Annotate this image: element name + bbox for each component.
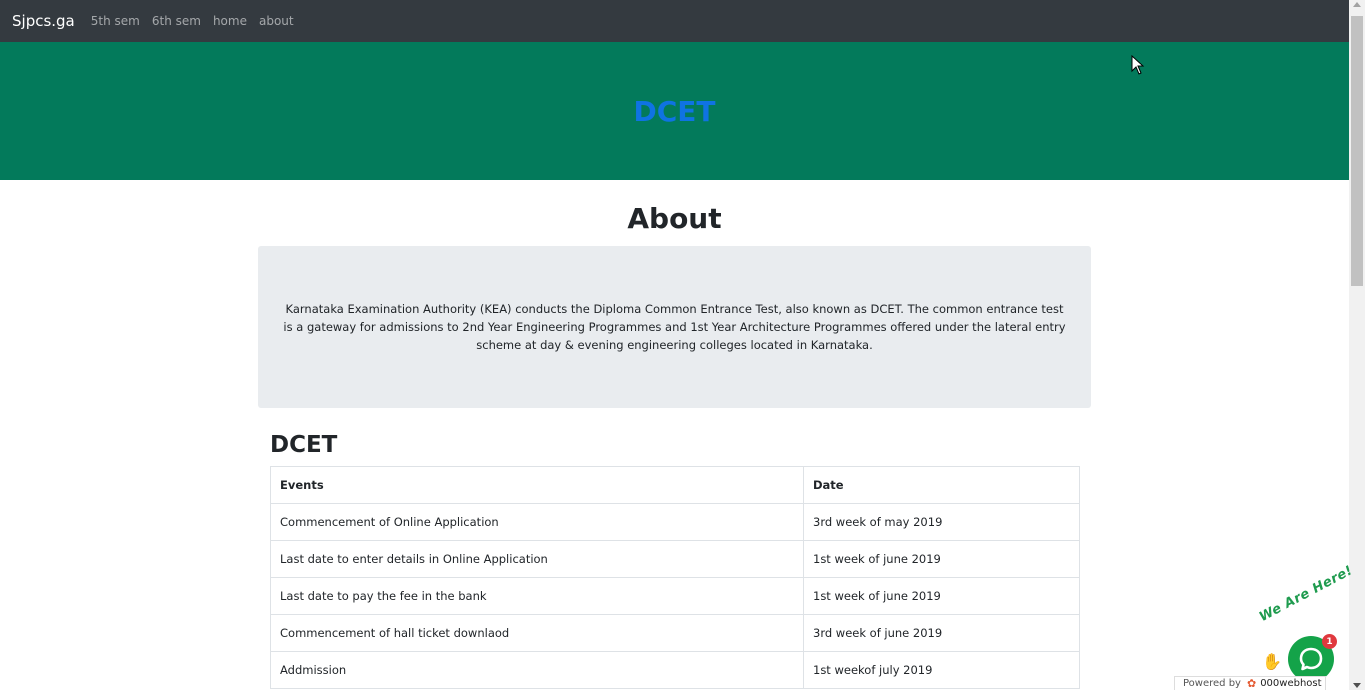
table-row: Last date to pay the fee in the bank 1st… xyxy=(270,577,1080,615)
column-header-events: Events xyxy=(270,466,804,504)
chat-bubble-icon xyxy=(1299,647,1323,671)
date-cell: 1st weekof july 2019 xyxy=(803,651,1080,689)
nav-link-about[interactable]: about xyxy=(259,14,294,28)
webhost-name: 000webhost xyxy=(1260,678,1322,689)
hero-title: DCET xyxy=(633,94,716,128)
event-cell: Commencement of Online Application xyxy=(270,503,804,541)
event-cell: Addmission xyxy=(270,651,804,689)
mouse-cursor-icon xyxy=(1131,55,1145,75)
chat-tagline: We Are Here! xyxy=(1256,563,1356,625)
nav-link-6th-sem[interactable]: 6th sem xyxy=(152,14,201,28)
nav-link-home[interactable]: home xyxy=(213,14,247,28)
chat-notification-badge: 1 xyxy=(1322,634,1337,649)
table-row: Commencement of hall ticket downlaod 3rd… xyxy=(270,614,1080,652)
dcet-section-heading: DCET xyxy=(270,432,338,458)
event-cell: Last date to pay the fee in the bank xyxy=(270,577,804,615)
table-row: Commencement of Online Application 3rd w… xyxy=(270,503,1080,541)
top-navbar: Sjpcs.ga 5th sem 6th sem home about xyxy=(0,0,1349,42)
powered-by-banner[interactable]: Powered by ✿ 000webhost xyxy=(1174,676,1326,690)
table-row: Addmission 1st weekof july 2019 xyxy=(270,651,1080,689)
webhost-logo-icon: ✿ xyxy=(1246,677,1257,690)
date-cell: 1st week of june 2019 xyxy=(803,540,1080,578)
table-row: Last date to enter details in Online App… xyxy=(270,540,1080,578)
about-description: Karnataka Examination Authority (KEA) co… xyxy=(283,302,1066,352)
vertical-scrollbar[interactable] xyxy=(1349,0,1365,690)
date-cell: 1st week of june 2019 xyxy=(803,577,1080,615)
waving-hand-icon: ✋ xyxy=(1262,652,1282,671)
table-header-row: Events Date xyxy=(270,466,1080,504)
date-cell: 3rd week of june 2019 xyxy=(803,614,1080,652)
event-cell: Commencement of hall ticket downlaod xyxy=(270,614,804,652)
event-cell: Last date to enter details in Online App… xyxy=(270,540,804,578)
date-cell: 3rd week of may 2019 xyxy=(803,503,1080,541)
about-jumbotron: Karnataka Examination Authority (KEA) co… xyxy=(258,246,1091,408)
events-table: Events Date Commencement of Online Appli… xyxy=(270,466,1080,689)
chat-widget[interactable]: We Are Here! ✋ 1 xyxy=(1256,563,1355,682)
brand-link[interactable]: Sjpcs.ga xyxy=(12,12,75,30)
scrollbar-thumb[interactable] xyxy=(1351,16,1363,286)
scroll-up-icon[interactable] xyxy=(1353,2,1361,7)
nav-link-5th-sem[interactable]: 5th sem xyxy=(91,14,140,28)
powered-by-label: Powered by xyxy=(1183,678,1241,689)
column-header-date: Date xyxy=(803,466,1080,504)
hero-banner: DCET xyxy=(0,42,1349,180)
scroll-down-icon[interactable] xyxy=(1353,683,1361,688)
about-heading: About xyxy=(627,202,722,235)
